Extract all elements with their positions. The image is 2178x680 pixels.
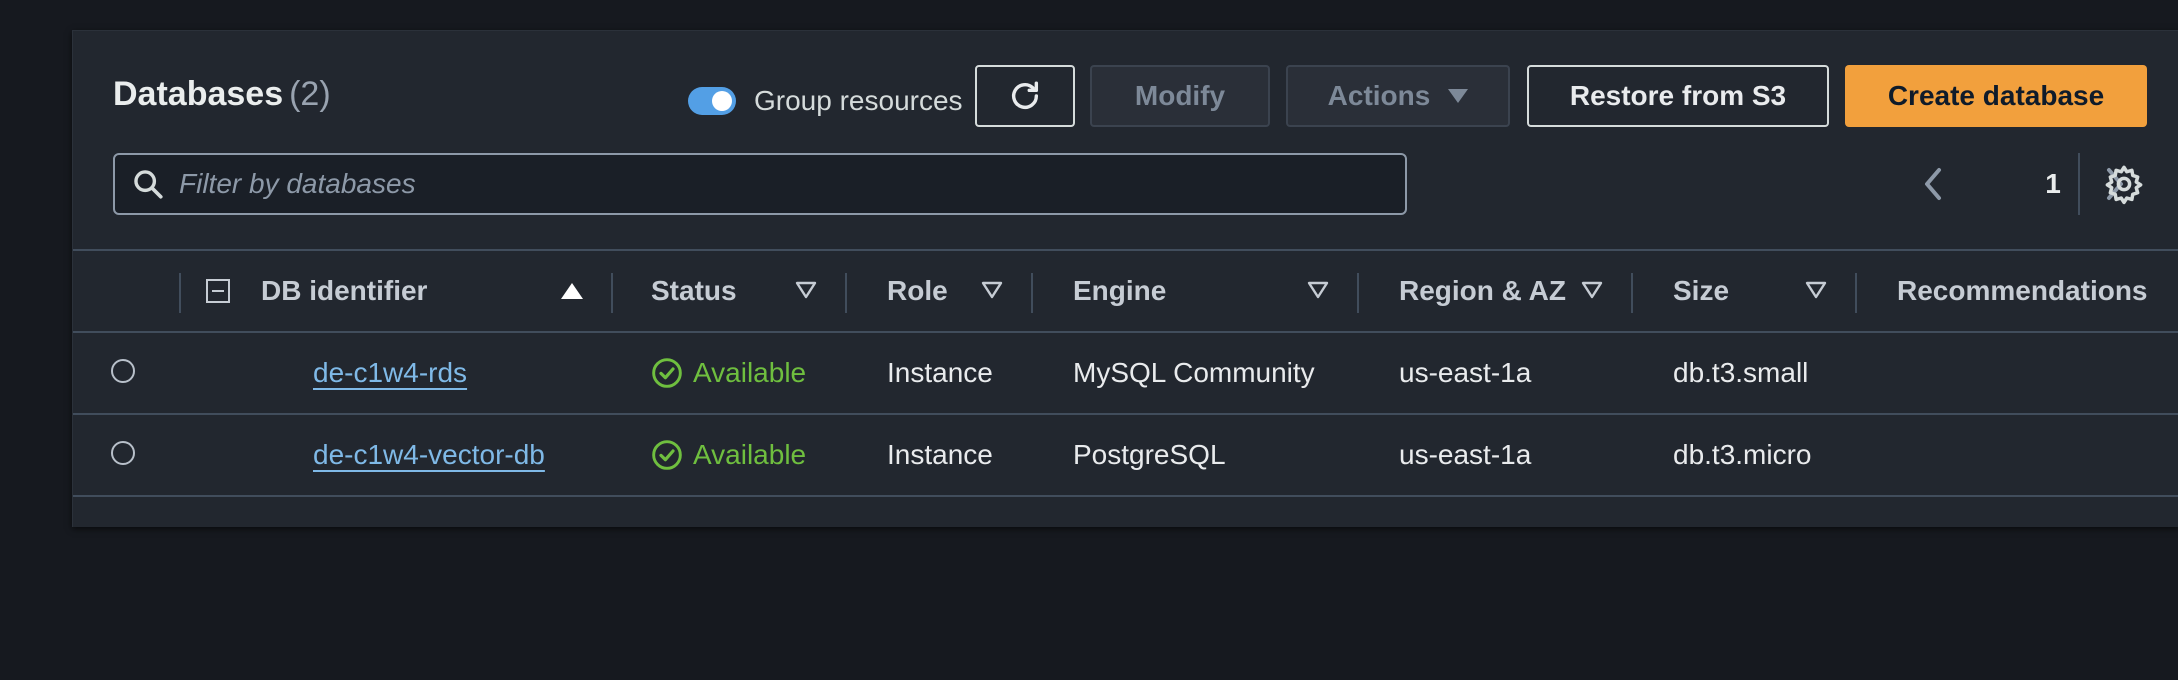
caret-down-icon xyxy=(1448,89,1469,103)
refresh-icon xyxy=(1011,81,1039,109)
actions-button-label: Actions xyxy=(1327,80,1431,111)
row-select-radio[interactable] xyxy=(111,359,135,383)
column-divider xyxy=(1031,273,1033,313)
column-divider xyxy=(611,273,613,313)
db-identifier-link[interactable]: de-c1w4-rds xyxy=(313,333,467,413)
refresh-button[interactable] xyxy=(975,65,1075,127)
column-divider xyxy=(845,273,847,313)
collapse-all-icon[interactable] xyxy=(206,279,230,303)
sort-icon[interactable] xyxy=(1581,281,1603,299)
column-header-size[interactable]: Size xyxy=(1673,251,1729,331)
role-cell: Instance xyxy=(887,439,993,470)
column-divider xyxy=(179,273,181,313)
group-resources-label: Group resources xyxy=(754,85,963,116)
create-button-label: Create database xyxy=(1887,80,2105,111)
database-count: (2) xyxy=(289,75,331,113)
status-cell: Available xyxy=(651,333,806,413)
pager-divider xyxy=(2078,153,2080,215)
size-cell: db.t3.micro xyxy=(1673,439,1812,470)
db-identifier-text[interactable]: de-c1w4-vector-db xyxy=(313,439,545,471)
databases-table: DB identifier Status Role Engine Region … xyxy=(73,249,2178,527)
column-header-db-identifier[interactable]: DB identifier xyxy=(261,251,427,331)
gear-icon[interactable] xyxy=(2103,163,2145,205)
sort-icon[interactable] xyxy=(981,281,1003,299)
table-row[interactable]: de-c1w4-rds Available Instance MySQL Com… xyxy=(73,333,2178,415)
search-input[interactable] xyxy=(177,167,1405,201)
actions-button[interactable]: Actions xyxy=(1286,65,1510,127)
column-header-engine[interactable]: Engine xyxy=(1073,251,1166,331)
restore-button-label: Restore from S3 xyxy=(1569,80,1787,111)
sort-icon[interactable] xyxy=(795,281,817,299)
size-cell: db.t3.small xyxy=(1673,357,1809,388)
db-identifier-link[interactable]: de-c1w4-vector-db xyxy=(313,415,545,495)
page-title-text: Databases xyxy=(113,75,284,113)
db-identifier-text[interactable]: de-c1w4-rds xyxy=(313,357,467,389)
status-text: Available xyxy=(693,357,807,388)
page-title: Databases (2) xyxy=(113,75,331,114)
restore-from-s3-button[interactable]: Restore from S3 xyxy=(1527,65,1829,127)
column-divider xyxy=(1855,273,1857,313)
toggle-knob xyxy=(712,91,732,111)
modify-button-label: Modify xyxy=(1134,80,1226,111)
group-resources-toggle[interactable] xyxy=(688,87,736,115)
row-select-radio[interactable] xyxy=(111,441,135,465)
column-header-status[interactable]: Status xyxy=(651,251,737,331)
table-footer-space xyxy=(73,497,2178,527)
engine-cell: MySQL Community xyxy=(1073,357,1315,388)
column-header-region-az[interactable]: Region & AZ xyxy=(1399,251,1566,331)
status-text: Available xyxy=(693,439,807,470)
role-cell: Instance xyxy=(887,357,993,388)
column-divider xyxy=(1631,273,1633,313)
status-cell: Available xyxy=(651,415,806,495)
databases-panel: Databases (2) Group resources Modify Acti… xyxy=(72,30,2178,527)
check-circle-icon xyxy=(652,358,682,388)
previous-page-button[interactable] xyxy=(1913,153,1953,215)
search-icon xyxy=(134,170,163,199)
sort-ascending-icon[interactable] xyxy=(561,283,583,299)
region-cell: us-east-1a xyxy=(1399,357,1532,388)
search-box[interactable] xyxy=(113,153,1407,215)
group-resources-toggle-wrap[interactable]: Group resources xyxy=(688,79,963,123)
current-page-number[interactable]: 1 xyxy=(2033,153,2073,215)
create-database-button[interactable]: Create database xyxy=(1845,65,2147,127)
column-divider xyxy=(1357,273,1359,313)
modify-button[interactable]: Modify xyxy=(1090,65,1270,127)
column-header-role[interactable]: Role xyxy=(887,251,948,331)
region-cell: us-east-1a xyxy=(1399,439,1532,470)
check-circle-icon xyxy=(652,440,682,470)
table-header: DB identifier Status Role Engine Region … xyxy=(73,249,2178,333)
table-row[interactable]: de-c1w4-vector-db Available Instance Pos… xyxy=(73,415,2178,497)
column-header-recommendations[interactable]: Recommendations xyxy=(1897,251,2148,331)
chevron-left-icon xyxy=(1925,168,1941,200)
engine-cell: PostgreSQL xyxy=(1073,439,1226,470)
sort-icon[interactable] xyxy=(1805,281,1827,299)
sort-icon[interactable] xyxy=(1307,281,1329,299)
